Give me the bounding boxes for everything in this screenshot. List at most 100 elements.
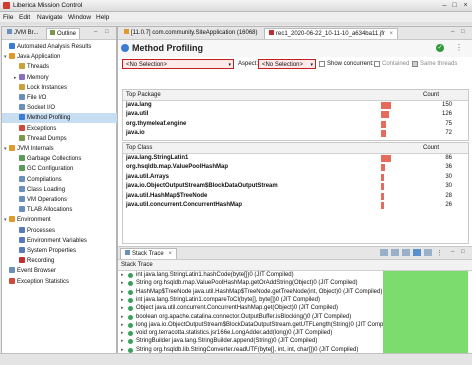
tree-item[interactable]: TLAB Allocations xyxy=(2,205,128,215)
tab-jvm-browser[interactable]: JVM Br... xyxy=(4,28,41,38)
tree-item[interactable]: Event Browser xyxy=(2,266,118,276)
count-column[interactable]: Count xyxy=(423,145,439,151)
expand-toggle-icon[interactable]: ▸ xyxy=(121,322,124,328)
tree-item[interactable]: Automated Analysis Results xyxy=(2,42,118,52)
menu-navigate[interactable]: Navigate xyxy=(37,14,63,21)
minimize-editor-icon[interactable]: – xyxy=(451,29,454,35)
maximize-button[interactable]: □ xyxy=(450,2,459,9)
tree-item-label: Environment xyxy=(17,217,51,224)
table-row[interactable]: java.io 72 xyxy=(123,129,468,138)
table-row[interactable]: java.util 126 xyxy=(123,110,468,119)
count-column[interactable]: Count xyxy=(423,92,439,98)
tree-item[interactable]: System Properties xyxy=(2,246,128,256)
expand-toggle-icon[interactable]: ▸ xyxy=(121,297,124,303)
top-package-header: Top Package Count xyxy=(123,90,468,101)
tree-item[interactable]: Method Profiling xyxy=(2,113,128,124)
tree-item-label: Socket I/O xyxy=(27,105,56,112)
expand-toggle-icon[interactable]: ▸ xyxy=(121,280,124,286)
menu-help[interactable]: Help xyxy=(96,14,109,21)
editor-panel: [11.0.7] com.community.SiteApplication (… xyxy=(117,26,472,355)
tree-item[interactable]: Exceptions xyxy=(2,124,128,134)
close-button[interactable]: × xyxy=(461,2,470,9)
tree-item-label: VM Operations xyxy=(27,197,68,203)
table-row[interactable]: java.util.Arrays 30 xyxy=(123,173,468,182)
tree-item[interactable]: Compilations xyxy=(2,175,128,185)
top-package-column[interactable]: Top Package xyxy=(126,92,161,98)
same-threads-checkbox[interactable] xyxy=(412,61,418,67)
table-row[interactable]: java.util.concurrent.ConcurrentHashMap 26 xyxy=(123,201,468,210)
tree-item[interactable]: ▾ Java Application xyxy=(2,52,118,62)
tab-site-application[interactable]: [11.0.7] com.community.SiteApplication (… xyxy=(120,28,262,38)
stack-trace-column[interactable]: Stack Trace xyxy=(121,262,153,268)
tree-item[interactable]: Recording xyxy=(2,256,128,266)
row-name: java.util xyxy=(126,111,149,118)
table-row[interactable]: java.io.ObjectOutputStream$BlockDataOutp… xyxy=(123,182,468,191)
expand-toggle-icon[interactable]: ▸ xyxy=(121,272,124,278)
table-row[interactable]: java.lang.StringLatin1 86 xyxy=(123,154,468,163)
contained-checkbox[interactable] xyxy=(374,61,380,67)
tree-item[interactable]: VM Operations xyxy=(2,195,128,205)
tree-item[interactable]: Class Loading xyxy=(2,185,128,195)
toolbar-button-icon[interactable] xyxy=(391,249,399,256)
table-row[interactable]: org.thymeleaf.engine 75 xyxy=(123,120,468,129)
outline-tree: Automated Analysis Results ▾ Java Applicat… xyxy=(2,42,128,352)
expand-toggle-icon[interactable]: ▸ xyxy=(121,347,124,353)
tree-item[interactable]: ▸ Memory xyxy=(2,73,128,83)
minimize-button[interactable]: – xyxy=(440,2,449,9)
expand-toggle-icon[interactable]: ▸ xyxy=(121,314,124,320)
expand-toggle-icon[interactable]: ▸ xyxy=(121,305,124,311)
maximize-view-icon[interactable]: □ xyxy=(105,29,109,35)
expand-toggle-icon[interactable]: ▸ xyxy=(121,289,124,295)
tree-item-label: TLAB Allocations xyxy=(27,207,73,214)
tab-recording[interactable]: rec1_2020-06-22_10-11-10_a634ba11.jfr × xyxy=(264,28,399,39)
close-tab-icon[interactable]: × xyxy=(168,251,172,257)
minimize-view-icon[interactable]: – xyxy=(451,249,454,255)
maximize-view-icon[interactable]: □ xyxy=(461,249,465,255)
tree-item[interactable]: ▾ JVM Internals xyxy=(2,144,118,154)
table-row[interactable]: java.util.HashMap$TreeNode 28 xyxy=(123,192,468,201)
row-name: java.io.ObjectOutputStream$BlockDataOutp… xyxy=(126,183,278,190)
expand-toggle-icon[interactable]: ▸ xyxy=(121,338,124,344)
tree-item-label: Recording xyxy=(27,258,55,265)
toolbar-button-icon[interactable] xyxy=(402,249,410,256)
minimize-view-icon[interactable]: – xyxy=(94,29,97,35)
tree-item[interactable]: ▾ Environment xyxy=(2,215,118,225)
top-class-column[interactable]: Top Class xyxy=(126,145,152,151)
tree-item[interactable]: Lock Instances xyxy=(2,83,128,93)
maximize-editor-icon[interactable]: □ xyxy=(461,29,465,35)
tree-item[interactable]: Processes xyxy=(2,226,128,236)
view-menu-icon[interactable]: ⋮ xyxy=(436,249,443,257)
toolbar-button-icon[interactable] xyxy=(424,249,432,256)
expand-toggle-icon[interactable]: ▸ xyxy=(121,330,124,336)
tree-item[interactable]: Environment Variables xyxy=(2,236,128,246)
toolbar-button-icon[interactable] xyxy=(413,249,421,256)
selection-combo[interactable]: <No Selection> ▾ xyxy=(122,59,234,69)
table-row[interactable]: java.lang 150 xyxy=(123,101,468,110)
status-ok-icon[interactable]: ✓ xyxy=(436,44,444,52)
table-row[interactable]: org.hsqldb.map.ValuePoolHashMap 36 xyxy=(123,163,468,172)
tree-item-label: System Properties xyxy=(27,248,77,254)
count-bar xyxy=(381,164,386,172)
menu-edit[interactable]: Edit xyxy=(19,14,30,21)
close-tab-icon[interactable]: × xyxy=(390,31,394,37)
tree-node-icon xyxy=(19,165,25,172)
menu-window[interactable]: Window xyxy=(68,14,91,21)
menu-file[interactable]: File xyxy=(3,14,13,21)
page-menu-icon[interactable]: ⋮ xyxy=(455,43,463,52)
tree-item[interactable]: GC Configuration xyxy=(2,164,128,174)
aspect-combo[interactable]: <No Selection> ▾ xyxy=(258,59,316,69)
toolbar-button-icon[interactable] xyxy=(380,249,388,256)
tree-item[interactable]: Socket I/O xyxy=(2,103,128,113)
tree-item[interactable]: Threads xyxy=(2,62,128,72)
count-bar xyxy=(381,173,385,181)
outline-panel: JVM Br... Outline – □ Automated Analysis… xyxy=(1,26,128,354)
tree-item-label: Lock Instances xyxy=(27,84,68,91)
tab-stack-trace[interactable]: Stack Trace × xyxy=(120,248,177,259)
tree-item[interactable]: Exception Statistics xyxy=(2,277,118,287)
tree-node-icon xyxy=(19,63,25,70)
tree-item[interactable]: Thread Dumps xyxy=(2,134,128,144)
show-concurrent-checkbox[interactable] xyxy=(319,61,325,67)
tree-item[interactable]: File I/O xyxy=(2,93,128,103)
tab-outline[interactable]: Outline xyxy=(46,28,81,39)
tree-item[interactable]: Garbage Collections xyxy=(2,154,128,164)
